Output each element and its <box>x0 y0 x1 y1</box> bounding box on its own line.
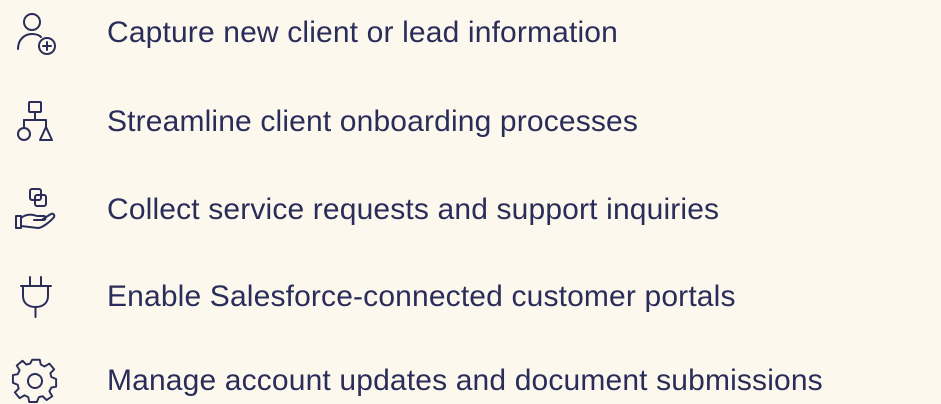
feature-item: Manage account updates and document subm… <box>0 351 941 404</box>
feature-list: Capture new client or lead information S… <box>0 0 941 404</box>
gear-icon <box>10 355 62 404</box>
hand-boxes-icon <box>10 184 62 236</box>
feature-item: Capture new client or lead information <box>0 3 941 63</box>
feature-item: Streamline client onboarding processes <box>0 92 941 152</box>
feature-item: Enable Salesforce-connected customer por… <box>0 267 941 327</box>
feature-label: Manage account updates and document subm… <box>107 364 823 397</box>
hierarchy-icon <box>10 96 62 148</box>
feature-label: Capture new client or lead information <box>107 16 618 49</box>
feature-item: Collect service requests and support inq… <box>0 180 941 240</box>
user-plus-icon <box>10 7 62 59</box>
plug-icon <box>10 271 62 323</box>
feature-label: Collect service requests and support inq… <box>107 193 720 226</box>
feature-label: Enable Salesforce-connected customer por… <box>107 280 736 313</box>
feature-label: Streamline client onboarding processes <box>107 105 638 138</box>
